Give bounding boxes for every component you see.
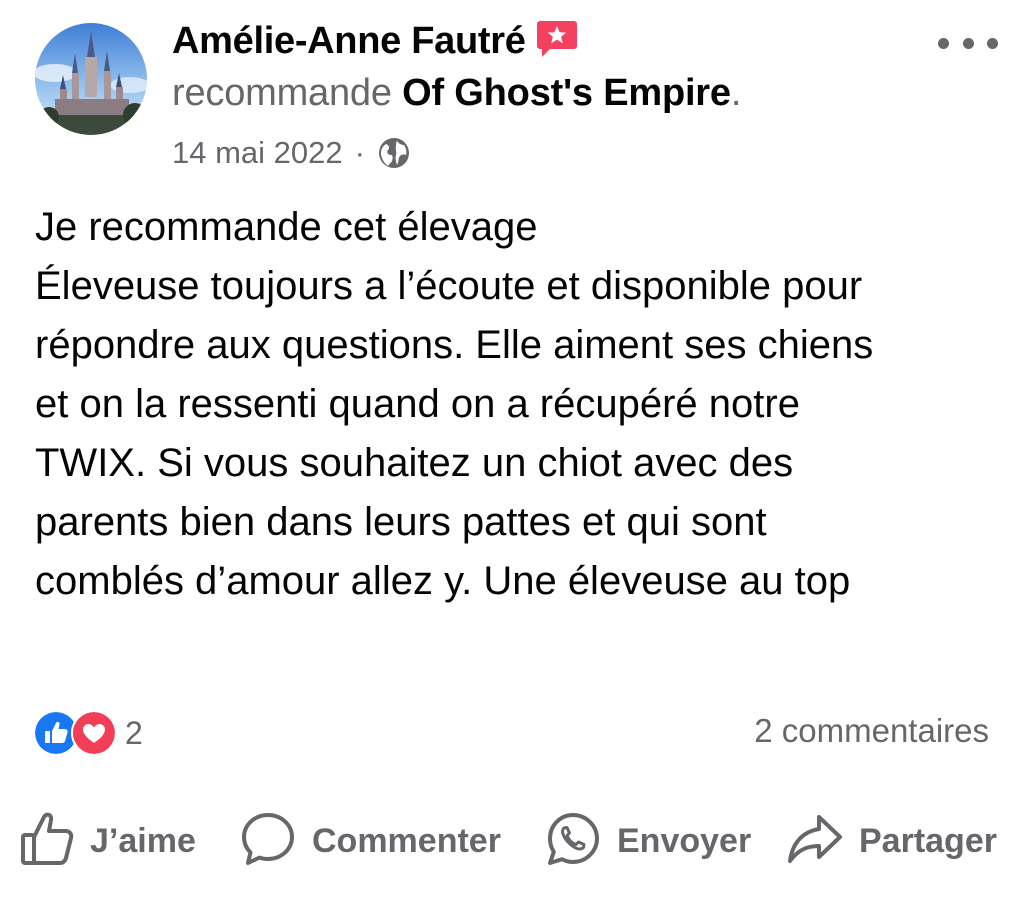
dot-icon bbox=[962, 37, 974, 49]
share-arrow-icon bbox=[787, 811, 843, 872]
post-line: comblés d’amour allez y. Une éleveuse au… bbox=[35, 559, 851, 603]
post-line: parents bien dans leurs pattes et qui so… bbox=[35, 500, 767, 544]
recommend-period: . bbox=[730, 72, 742, 114]
like-button[interactable]: J’aime bbox=[20, 808, 196, 874]
post-line: TWIX. Si vous souhaitez un chiot avec de… bbox=[35, 441, 794, 485]
post-line: répondre aux questions. Elle aiment ses … bbox=[35, 323, 874, 367]
like-label: J’aime bbox=[90, 821, 196, 860]
send-button[interactable]: Envoyer bbox=[545, 808, 751, 874]
share-button[interactable]: Partager bbox=[787, 808, 997, 874]
comment-button[interactable]: Commenter bbox=[240, 808, 501, 874]
share-label: Partager bbox=[859, 821, 997, 860]
more-options-button[interactable] bbox=[938, 28, 998, 58]
castle-photo bbox=[35, 23, 147, 135]
love-icon bbox=[71, 710, 117, 756]
post-date[interactable]: 14 mai 2022 bbox=[172, 135, 343, 171]
page-name-link[interactable]: Of Ghost's Empire bbox=[402, 72, 731, 114]
author-avatar[interactable] bbox=[35, 23, 147, 135]
post-meta: 14 mai 2022 · bbox=[172, 133, 411, 173]
action-bar: J’aime Commenter Envoyer Partager bbox=[0, 808, 1024, 874]
whatsapp-icon bbox=[545, 811, 601, 872]
thumbs-up-icon bbox=[20, 811, 74, 872]
reactions-summary[interactable]: 2 bbox=[33, 710, 143, 756]
reaction-count: 2 bbox=[125, 714, 143, 751]
dot-icon bbox=[987, 37, 998, 49]
send-label: Envoyer bbox=[617, 821, 752, 860]
post-line: Je recommande cet élevage bbox=[35, 205, 538, 249]
author-name[interactable]: Amélie-Anne Fautré bbox=[172, 20, 526, 63]
recommendation-line: recommande Of Ghost's Empire. bbox=[172, 72, 741, 115]
post-body: Je recommande cet élevage Éleveuse toujo… bbox=[35, 198, 1000, 611]
author-name-row: Amélie-Anne Fautré bbox=[172, 16, 578, 66]
comment-bubble-icon bbox=[240, 811, 296, 872]
globe-icon bbox=[377, 136, 411, 170]
comment-label: Commenter bbox=[312, 821, 501, 860]
post-line: Éleveuse toujours a l’écoute et disponib… bbox=[35, 264, 863, 308]
meta-separator: · bbox=[354, 135, 365, 170]
recommendation-star-icon bbox=[536, 19, 578, 59]
recommend-verb: recommande bbox=[172, 72, 392, 114]
post-line: et on la ressenti quand on a récupéré no… bbox=[35, 382, 800, 426]
comments-count-link[interactable]: 2 commentaires bbox=[754, 712, 989, 750]
dot-icon bbox=[938, 37, 949, 49]
